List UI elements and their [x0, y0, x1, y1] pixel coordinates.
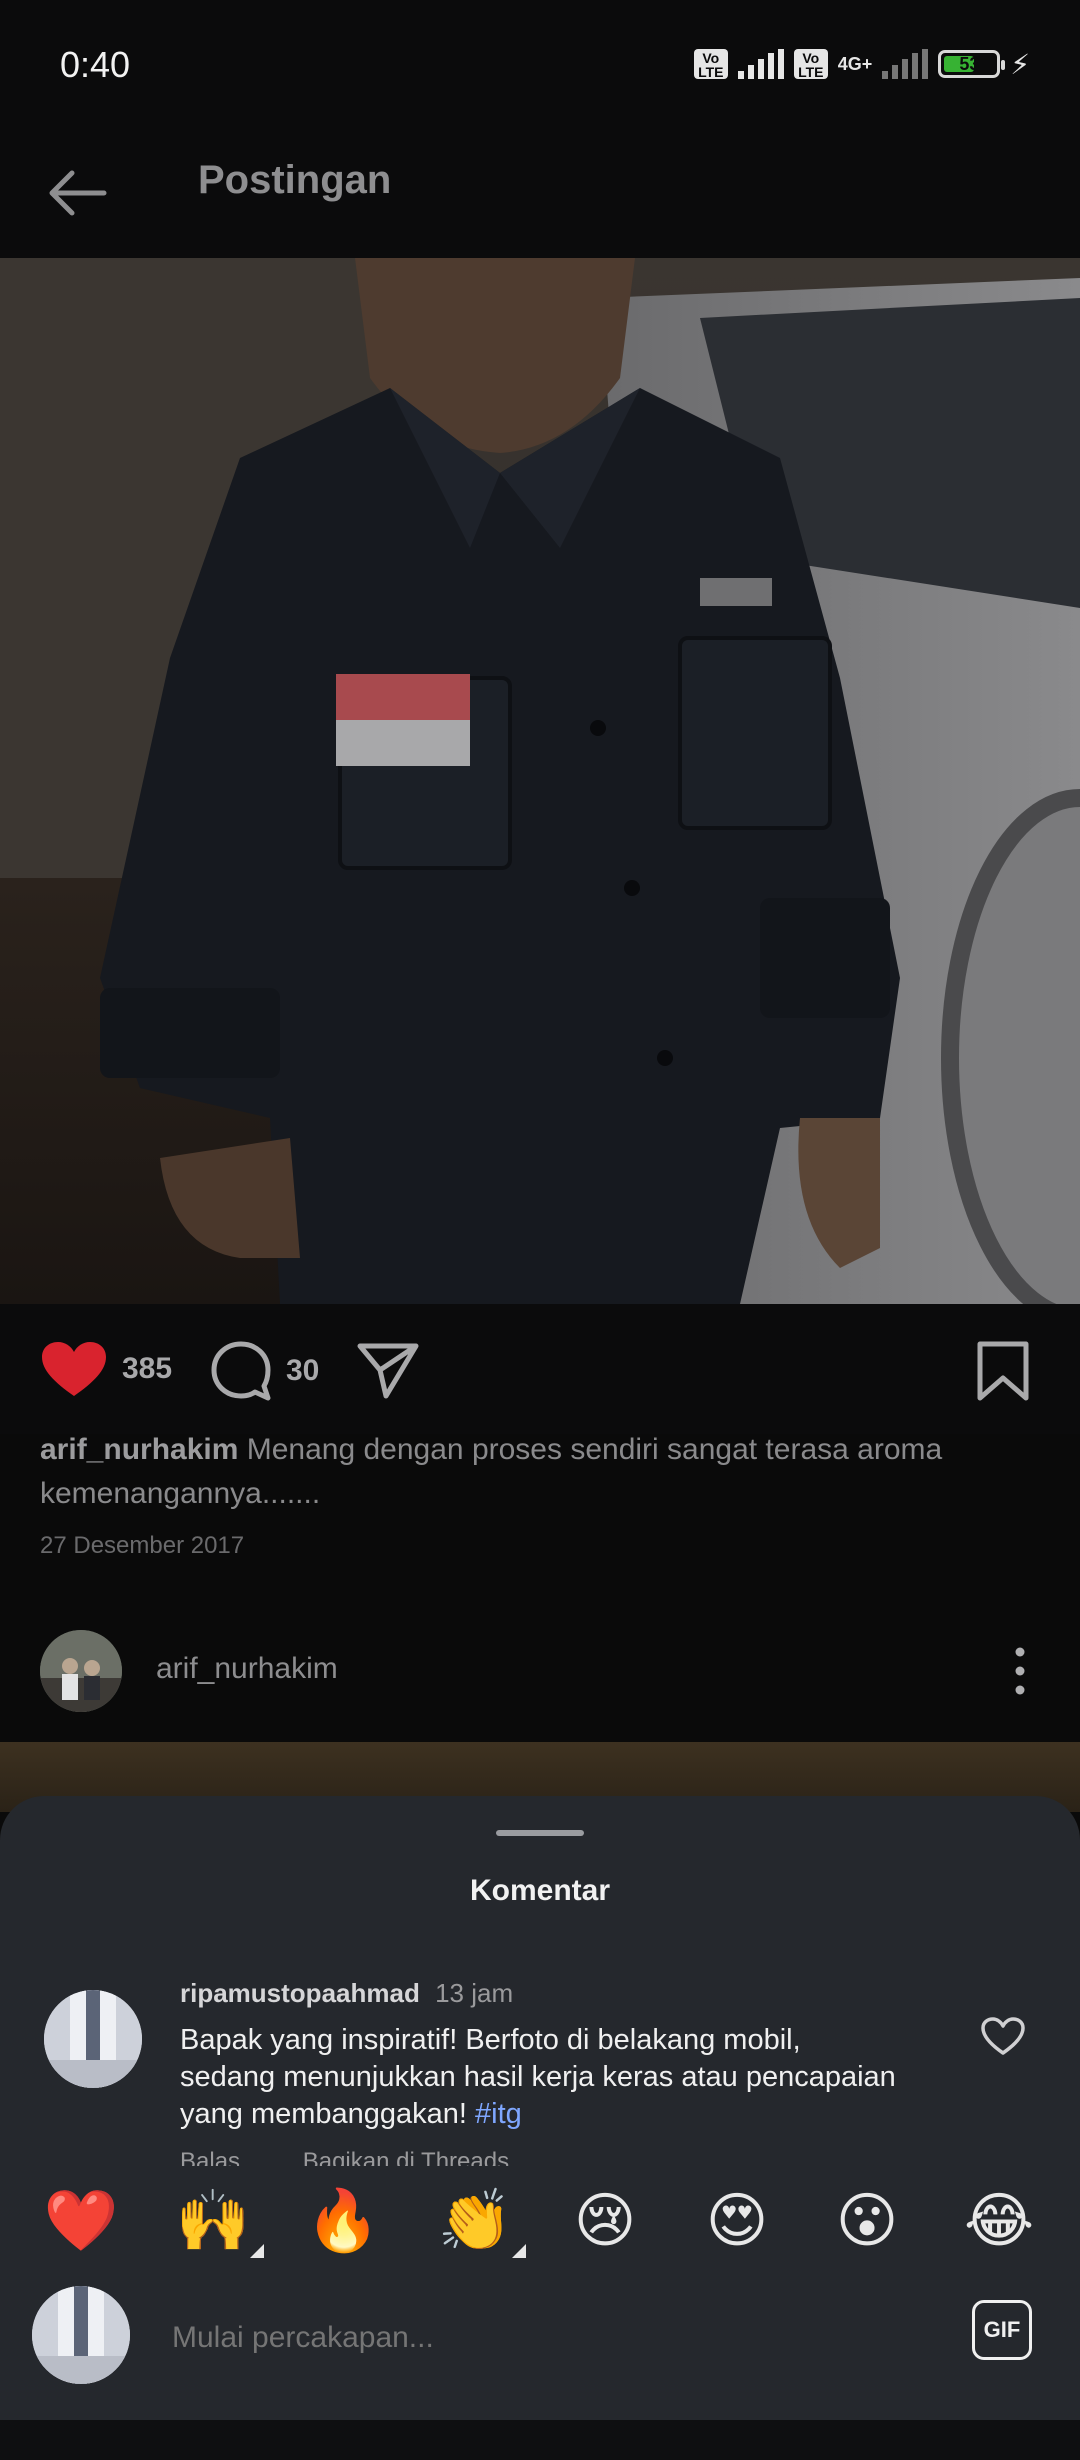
bookmark-icon[interactable]	[976, 1340, 1030, 1402]
share-action	[356, 1340, 420, 1400]
battery-icon: 53	[938, 50, 1006, 78]
heart-icon[interactable]	[980, 2016, 1026, 2056]
status-icons: Vo LTE Vo LTE 4G+ 53 ⚡	[693, 46, 1030, 82]
comment-body: Bapak yang inspiratif! Berfoto di belaka…	[180, 2024, 896, 2130]
save-action	[976, 1340, 1030, 1402]
post-actions: 385 30	[0, 1304, 1080, 1434]
arrow-left-icon	[49, 170, 107, 216]
emoji-crying[interactable]: 😢	[560, 2176, 650, 2266]
my-avatar	[32, 2286, 130, 2384]
comment-composer: GIF	[0, 2286, 1080, 2420]
emoji-raising-hands[interactable]: 🙌	[168, 2176, 264, 2266]
status-time: 0:40	[60, 44, 131, 85]
charging-icon: ⚡	[1010, 48, 1030, 80]
gif-button[interactable]: GIF	[972, 2300, 1032, 2360]
post-photo[interactable]	[0, 258, 1080, 1304]
post-caption: arif_nurhakim Menang dengan proses sendi…	[40, 1428, 1040, 1516]
signal-icon	[737, 49, 784, 79]
comment-input[interactable]	[170, 2312, 954, 2364]
sheet-drag-handle[interactable]	[496, 1830, 584, 1836]
comment-action: 30	[210, 1340, 319, 1402]
comment-meta: ripamustopaahmad 13 jam	[180, 1978, 513, 2009]
commenter-avatar[interactable]	[44, 1990, 142, 2088]
reply-button[interactable]: Balas	[180, 2148, 240, 2166]
battery-level: 53	[959, 54, 980, 74]
back-button[interactable]	[44, 160, 110, 226]
volte-icon: Vo LTE	[793, 49, 828, 79]
emoji-fire[interactable]: 🔥	[298, 2176, 388, 2266]
skin-tone-indicator	[512, 2244, 526, 2258]
comment-item: ripamustopaahmad 13 jam Bapak yang inspi…	[0, 1966, 1080, 2166]
comment-time: 13 jam	[435, 1978, 514, 2008]
emoji-heart-eyes[interactable]: 😍	[692, 2176, 782, 2266]
post-date: 27 Desember 2017	[40, 1532, 245, 1559]
page-title: Postingan	[198, 158, 392, 202]
author-avatar[interactable]	[40, 1630, 122, 1712]
comments-sheet: Komentar ripamustopaahmad 13 jam Bapak y…	[0, 1796, 1080, 2420]
sheet-title: Komentar	[469, 1874, 611, 1907]
like-count[interactable]: 385	[122, 1352, 172, 1386]
emoji-clapping[interactable]: 👏	[430, 2176, 526, 2266]
share-threads-button[interactable]: Bagikan di Threads	[303, 2148, 509, 2166]
next-post-header: arif_nurhakim	[0, 1610, 1080, 1730]
like-action: 385	[40, 1340, 172, 1398]
volte-icon: Vo LTE	[693, 49, 728, 79]
heart-filled-icon[interactable]	[40, 1340, 108, 1398]
signal-icon	[882, 49, 929, 79]
caption-username[interactable]: arif_nurhakim	[40, 1433, 238, 1466]
skin-tone-indicator	[250, 2244, 264, 2258]
more-options-icon[interactable]	[1010, 1646, 1030, 1696]
status-bar: 0:40 Vo LTE Vo LTE 4G+ 53 ⚡	[0, 0, 1080, 130]
emoji-heart[interactable]: ❤️	[36, 2176, 126, 2266]
comment-icon[interactable]	[210, 1340, 272, 1402]
comment-actions: Balas Bagikan di Threads	[180, 2148, 565, 2166]
emoji-raising-hands-glyph: 🙌	[175, 2187, 251, 2254]
app-header: Postingan	[0, 130, 1080, 258]
quick-emoji-bar: ❤️ 🙌 🔥 👏 😢 😍 😮 😂	[0, 2176, 1080, 2266]
send-icon[interactable]	[356, 1340, 420, 1400]
commenter-username[interactable]: ripamustopaahmad	[180, 1978, 420, 2008]
comment-text: Bapak yang inspiratif! Berfoto di belaka…	[180, 2022, 900, 2133]
comment-hashtag[interactable]: #itg	[475, 2098, 522, 2130]
comment-count[interactable]: 30	[286, 1354, 319, 1388]
emoji-clapping-glyph: 👏	[437, 2187, 513, 2254]
author-username[interactable]: arif_nurhakim	[156, 1652, 338, 1686]
system-nav-bar	[0, 2420, 1080, 2460]
emoji-surprised[interactable]: 😮	[822, 2176, 912, 2266]
network-type: 4G+	[837, 53, 873, 74]
emoji-laughing[interactable]: 😂	[954, 2176, 1044, 2266]
